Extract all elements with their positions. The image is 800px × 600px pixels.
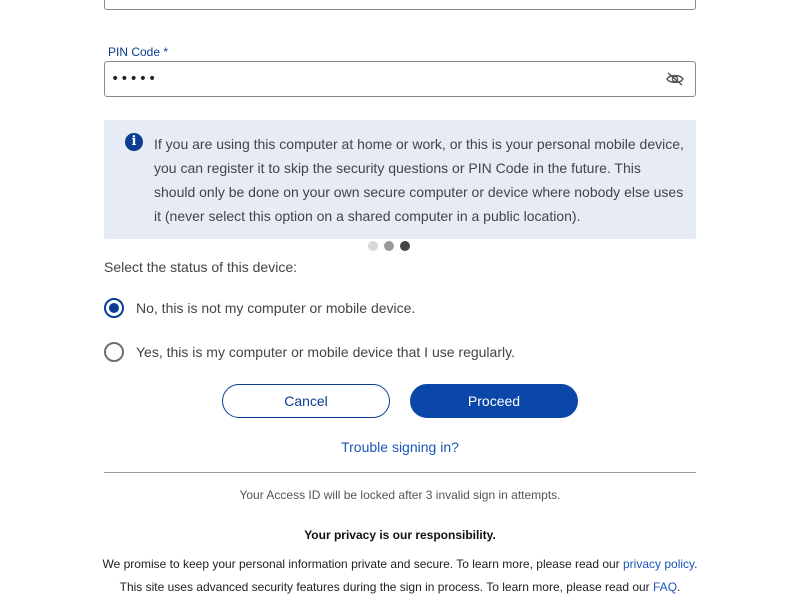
pin-code-field[interactable]: ••••• (104, 61, 696, 97)
step-dot-2 (384, 241, 394, 251)
step-progress-dots (368, 241, 410, 251)
proceed-button[interactable]: Proceed (410, 384, 578, 418)
radio-button[interactable] (104, 342, 124, 362)
divider (104, 472, 696, 473)
device-registration-info: i If you are using this computer at home… (104, 120, 696, 239)
info-text: If you are using this computer at home o… (154, 136, 684, 224)
security-statement: This site uses advanced security feature… (0, 580, 800, 594)
trouble-signing-in-link[interactable]: Trouble signing in? (0, 439, 800, 455)
lockout-note: Your Access ID will be locked after 3 in… (239, 488, 561, 502)
step-dot-3 (400, 241, 410, 251)
privacy-statement-end: . (694, 557, 698, 571)
step-dot-1 (368, 241, 378, 251)
radio-label-not-my-device[interactable]: No, this is not my computer or mobile de… (136, 300, 415, 316)
security-statement-end: . (677, 580, 681, 594)
pin-code-label: PIN Code * (108, 45, 169, 59)
previous-input-field[interactable] (104, 0, 696, 10)
privacy-statement: We promise to keep your personal informa… (0, 557, 800, 571)
privacy-statement-text: We promise to keep your personal informa… (102, 557, 623, 571)
cancel-button[interactable]: Cancel (222, 384, 390, 418)
pin-code-value[interactable]: ••••• (111, 71, 661, 87)
info-icon: i (125, 133, 143, 151)
radio-label-my-device[interactable]: Yes, this is my computer or mobile devic… (136, 344, 515, 360)
privacy-title: Your privacy is our responsibility. (304, 528, 496, 542)
radio-my-device[interactable]: Yes, this is my computer or mobile devic… (104, 342, 515, 362)
faq-link[interactable]: FAQ (653, 580, 677, 594)
eye-slash-icon[interactable] (661, 65, 689, 93)
security-statement-text: This site uses advanced security feature… (119, 580, 654, 594)
sign-in-page: PIN Code * ••••• i If you are using this… (0, 0, 800, 600)
radio-button[interactable] (104, 298, 124, 318)
radio-not-my-device[interactable]: No, this is not my computer or mobile de… (104, 298, 415, 318)
device-status-prompt: Select the status of this device: (104, 259, 297, 275)
privacy-policy-link[interactable]: privacy policy (623, 557, 694, 571)
